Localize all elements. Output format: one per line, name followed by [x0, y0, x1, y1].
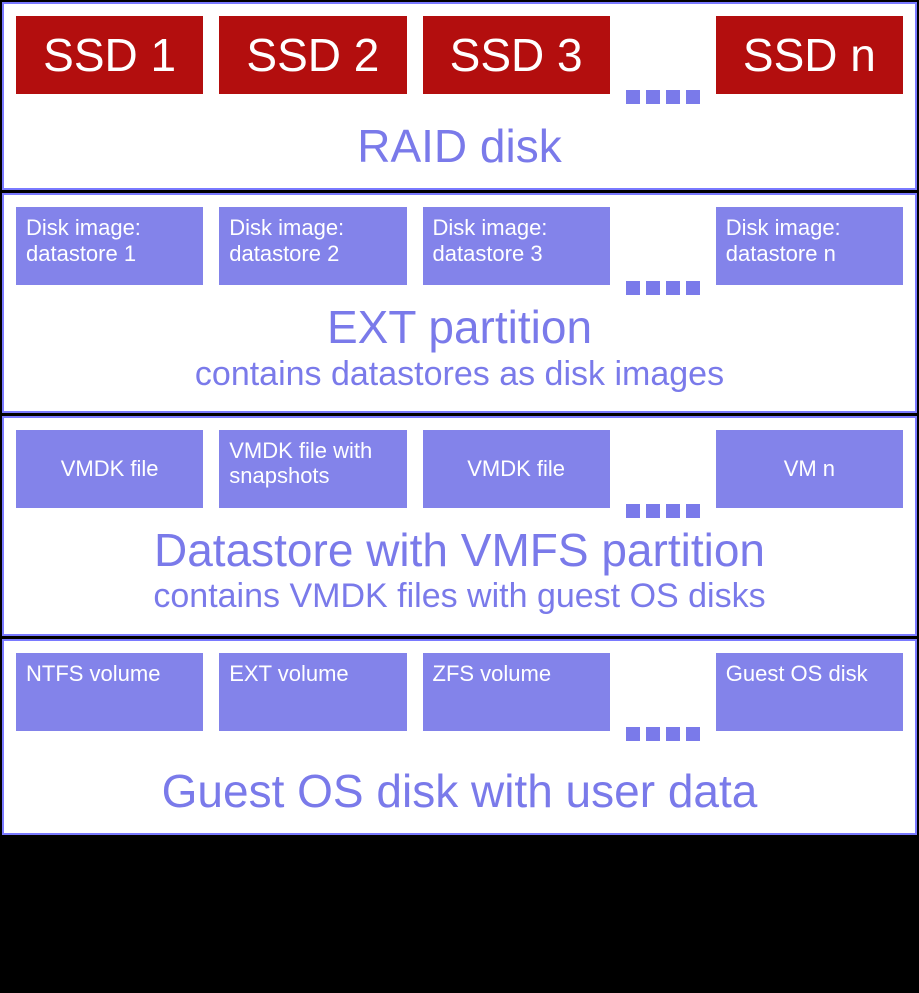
ssd-item: SSD 1 [16, 16, 203, 94]
datastore-row: Disk image: datastore 1 Disk image: data… [16, 207, 903, 285]
disk-image-item: Disk image: datastore 3 [423, 207, 610, 285]
layer-title: RAID disk [16, 122, 903, 170]
ellipsis-slot [626, 207, 700, 285]
vmdk-item: VMDK file [423, 430, 610, 508]
layer-raid: SSD 1 SSD 2 SSD 3 SSD n RAID disk [2, 2, 917, 190]
ssd-item: SSD 3 [423, 16, 610, 94]
disk-image-item: Disk image: datastore 1 [16, 207, 203, 285]
ssd-item: SSD n [716, 16, 903, 94]
vmdk-item: VMDK file with snapshots [219, 430, 406, 508]
ellipsis-icon [626, 727, 700, 741]
volume-row: NTFS volume EXT volume ZFS volume Guest … [16, 653, 903, 731]
ellipsis-icon [626, 504, 700, 518]
ssd-row: SSD 1 SSD 2 SSD 3 SSD n [16, 16, 903, 94]
layer-vmfs: VMDK file VMDK file with snapshots VMDK … [2, 416, 917, 636]
volume-item: Guest OS disk [716, 653, 903, 731]
layer-ext-partition: Disk image: datastore 1 Disk image: data… [2, 193, 917, 413]
disk-image-item: Disk image: datastore n [716, 207, 903, 285]
layer-title: Guest OS disk with user data [16, 767, 903, 815]
layer-subtitle: contains VMDK files with guest OS disks [16, 578, 903, 615]
ellipsis-icon [626, 281, 700, 295]
ellipsis-slot [626, 653, 700, 731]
ssd-item: SSD 2 [219, 16, 406, 94]
ellipsis-icon [626, 90, 700, 104]
volume-item: ZFS volume [423, 653, 610, 731]
vmdk-item: VM n [716, 430, 903, 508]
layer-guest-os: NTFS volume EXT volume ZFS volume Guest … [2, 639, 917, 835]
disk-image-item: Disk image: datastore 2 [219, 207, 406, 285]
volume-item: EXT volume [219, 653, 406, 731]
ellipsis-slot [626, 16, 700, 94]
ellipsis-slot [626, 430, 700, 508]
volume-item: NTFS volume [16, 653, 203, 731]
layer-subtitle: contains datastores as disk images [16, 356, 903, 393]
vmdk-row: VMDK file VMDK file with snapshots VMDK … [16, 430, 903, 508]
vmdk-item: VMDK file [16, 430, 203, 508]
diagram-container: SSD 1 SSD 2 SSD 3 SSD n RAID disk Disk i… [2, 2, 917, 991]
layer-title: EXT partition [16, 303, 903, 351]
layer-title: Datastore with VMFS partition [16, 526, 903, 574]
